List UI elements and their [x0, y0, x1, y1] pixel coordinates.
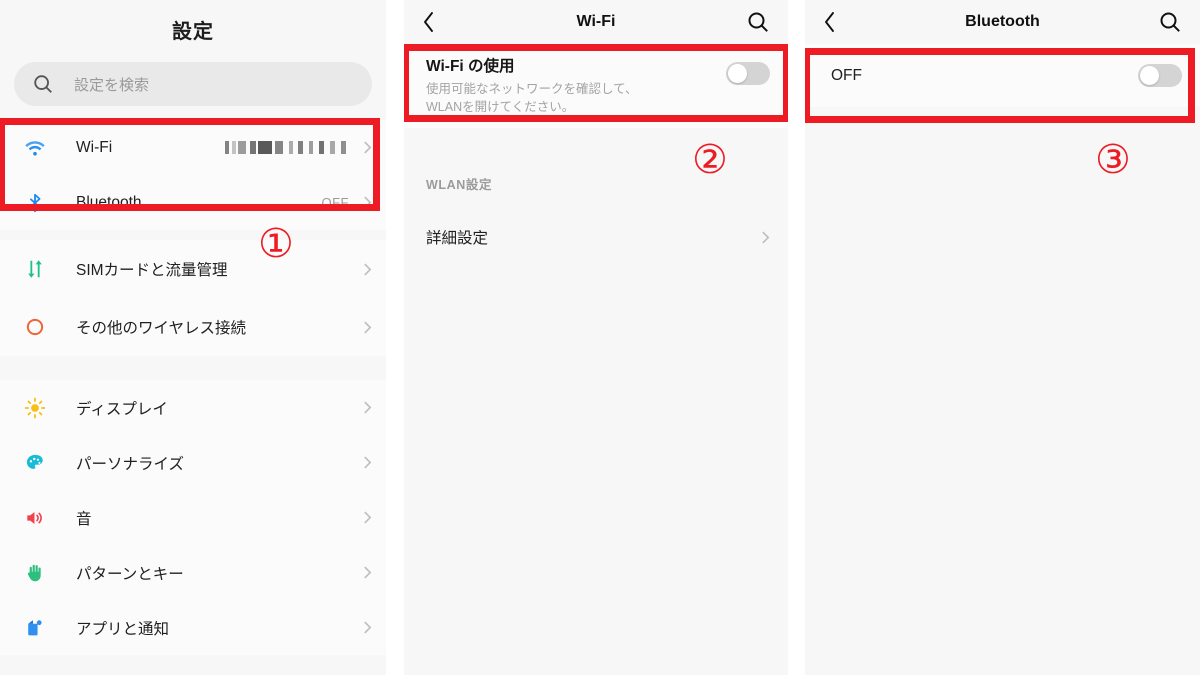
- wifi-toggle-card[interactable]: Wi-Fi の使用 使用可能なネットワークを確認して、 WLANを開けてください…: [404, 44, 788, 129]
- panel-divider-2: [788, 0, 805, 675]
- search-icon[interactable]: [1158, 10, 1182, 34]
- sidebar-item-label: パーソナライズ: [76, 455, 185, 473]
- sidebar-item-bluetooth[interactable]: Bluetooth OFF: [0, 175, 386, 230]
- sidebar-item-personalize[interactable]: パーソナライズ: [0, 435, 386, 490]
- speaker-icon: [22, 505, 48, 531]
- bluetooth-icon: [22, 190, 48, 216]
- wifi-advanced-settings-row[interactable]: 詳細設定: [404, 211, 788, 263]
- sidebar-item-label: SIMカードと流量管理: [76, 262, 228, 279]
- wifi-toggle-title: Wi-Fi の使用: [426, 58, 515, 75]
- bluetooth-toggle-switch[interactable]: [1138, 64, 1182, 87]
- chevron-right-icon: [761, 230, 770, 245]
- bluetooth-page-title: Bluetooth: [965, 13, 1040, 30]
- search-placeholder: 設定を検索: [74, 76, 150, 94]
- wifi-toggle-texts: Wi-Fi の使用 使用可能なネットワークを確認して、 WLANを開けてください…: [426, 54, 726, 116]
- sidebar-item-sound[interactable]: 音: [0, 490, 386, 545]
- settings-group-connectivity: SIMカードと流量管理 その他のワイヤレス接続: [0, 240, 386, 356]
- chevron-right-icon: [363, 195, 372, 210]
- sidebar-item-wifi[interactable]: Wi-Fi: [0, 120, 386, 175]
- sidebar-item-pattern-key[interactable]: パターンとキー: [0, 545, 386, 600]
- sidebar-item-label: ディスプレイ: [76, 400, 168, 418]
- search-icon[interactable]: [746, 10, 770, 34]
- three-panel-screenshot: 設定 設定を検索 Wi-Fi Bluetooth OFF SIMカードと流量管理…: [0, 0, 1200, 675]
- hand-icon: [22, 560, 48, 586]
- back-arrow-icon[interactable]: [823, 11, 836, 33]
- palette-icon: [22, 450, 48, 476]
- settings-group-network: Wi-Fi Bluetooth OFF: [0, 120, 386, 230]
- wifi-toggle-switch[interactable]: [726, 62, 770, 85]
- search-icon: [32, 73, 54, 95]
- back-arrow-icon[interactable]: [422, 11, 435, 33]
- chevron-right-icon: [363, 320, 372, 335]
- annotation-marker-3: ③: [1095, 137, 1131, 183]
- sidebar-item-label: Bluetooth: [76, 193, 142, 211]
- sidebar-item-label: アプリと通知: [76, 620, 170, 638]
- brightness-icon: [22, 395, 48, 421]
- bluetooth-state-value: OFF: [321, 195, 349, 210]
- apps-icon: [22, 615, 48, 641]
- chevron-right-icon: [363, 455, 372, 470]
- settings-screen: 設定 設定を検索 Wi-Fi Bluetooth OFF SIMカードと流量管理…: [0, 0, 386, 675]
- sidebar-item-more-wireless[interactable]: その他のワイヤレス接続: [0, 298, 386, 356]
- sidebar-item-apps-notifications[interactable]: アプリと通知: [0, 600, 386, 655]
- panel-divider-1: [386, 0, 404, 675]
- bluetooth-state-label: OFF: [831, 66, 862, 84]
- wifi-advanced-settings-label: 詳細設定: [426, 230, 489, 248]
- chevron-right-icon: [363, 510, 372, 525]
- wlan-settings-section-label: WLAN設定: [426, 178, 493, 193]
- bluetooth-toggle-card[interactable]: OFF: [805, 44, 1200, 107]
- wifi-spacer: [404, 128, 788, 174]
- chevron-right-icon: [363, 140, 372, 155]
- chevron-right-icon: [363, 620, 372, 635]
- sidebar-item-sim-data[interactable]: SIMカードと流量管理: [0, 240, 386, 298]
- wifi-toggle-description-line2: WLANを開けてください。: [426, 100, 575, 115]
- wifi-header: Wi-Fi: [404, 0, 788, 44]
- wifi-toggle-description-line1: 使用可能なネットワークを確認して、: [426, 82, 638, 96]
- sidebar-item-label: Wi-Fi: [76, 138, 113, 156]
- settings-group-device: ディスプレイ パーソナライズ 音 パターンとキー アプリと通知: [0, 380, 386, 655]
- sidebar-item-label: パターンとキー: [76, 565, 184, 583]
- search-input[interactable]: 設定を検索: [14, 62, 372, 106]
- sidebar-item-label: その他のワイヤレス接続: [76, 320, 247, 337]
- wifi-icon: [22, 135, 48, 161]
- wifi-page-title: Wi-Fi: [576, 13, 616, 30]
- wifi-screen: Wi-Fi Wi-Fi の使用 使用可能なネットワークを確認して、 WLANを開…: [404, 0, 788, 675]
- sidebar-item-display[interactable]: ディスプレイ: [0, 380, 386, 435]
- sidebar-item-label: 音: [76, 510, 92, 528]
- wifi-ssid-masked-value: [225, 141, 349, 154]
- bluetooth-screen: Bluetooth OFF ③: [805, 0, 1200, 675]
- chevron-right-icon: [363, 262, 372, 277]
- sim-data-icon: [22, 256, 48, 282]
- page-title: 設定: [172, 21, 214, 43]
- chevron-right-icon: [363, 400, 372, 415]
- chevron-right-icon: [363, 565, 372, 580]
- bluetooth-header: Bluetooth: [805, 0, 1200, 44]
- wireless-more-icon: [22, 314, 48, 340]
